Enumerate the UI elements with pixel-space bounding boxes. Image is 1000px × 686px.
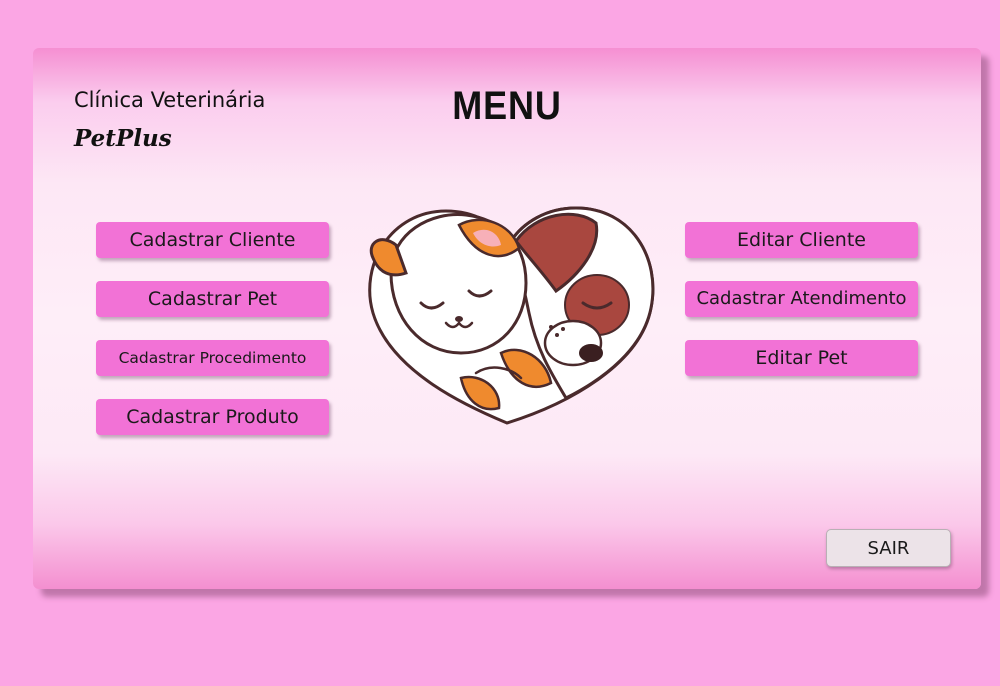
register-product-button[interactable]: Cadastrar Produto (96, 399, 329, 435)
page-title: MENU (452, 84, 562, 128)
clinic-name-label: Clínica Veterinária (74, 88, 266, 112)
register-pet-button[interactable]: Cadastrar Pet (96, 281, 329, 317)
register-appointment-button[interactable]: Cadastrar Atendimento (685, 281, 918, 317)
sleeping-cat-dog-heart-icon (351, 203, 663, 429)
brand-name-label: PetPlus (74, 125, 172, 152)
register-client-button[interactable]: Cadastrar Cliente (96, 222, 329, 258)
register-procedure-button[interactable]: Cadastrar Procedimento (96, 340, 329, 376)
exit-button[interactable]: SAIR (826, 529, 951, 567)
edit-pet-button[interactable]: Editar Pet (685, 340, 918, 376)
edit-client-button[interactable]: Editar Cliente (685, 222, 918, 258)
main-menu-panel: Clínica Veterinária PetPlus MENU Cadastr… (33, 48, 981, 589)
